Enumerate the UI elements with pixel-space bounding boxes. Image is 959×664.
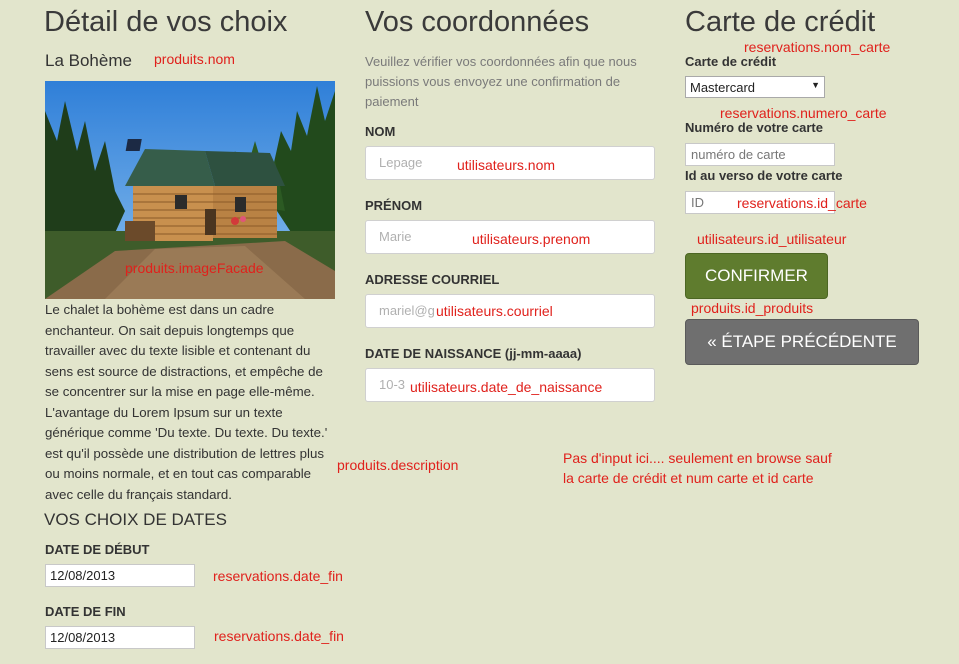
coordinates-intro: Veuillez vérifier vos coordonnées afin q… bbox=[365, 54, 637, 109]
annotation-u-prenom: utilisateurs.prenom bbox=[472, 231, 591, 247]
annotation-u-id: utilisateurs.id_utilisateur bbox=[697, 231, 847, 247]
annotation-produits-nom: produits.nom bbox=[154, 51, 235, 67]
chevron-down-icon: ▼ bbox=[811, 80, 820, 90]
coordinates-title: Vos coordonnées bbox=[365, 6, 590, 38]
start-date-input[interactable]: 12/08/2013 bbox=[45, 564, 195, 587]
card-type-label: Carte de crédit bbox=[685, 54, 777, 69]
card-number-input[interactable]: numéro de carte bbox=[685, 143, 835, 166]
end-date-input[interactable]: 12/08/2013 bbox=[45, 626, 195, 649]
end-date-label: DATE DE FIN bbox=[45, 604, 126, 619]
card-number-label: Numéro de votre carte bbox=[685, 120, 823, 135]
details-title: Détail de vos choix bbox=[44, 6, 288, 38]
card-id-label: Id au verso de votre carte bbox=[685, 168, 843, 183]
annotation-u-nom: utilisateurs.nom bbox=[457, 157, 556, 173]
courriel-label: ADRESSE COURRIEL bbox=[365, 272, 500, 287]
confirm-button[interactable]: CONFIRMER bbox=[685, 253, 828, 299]
annotation-produits-description: produits.description bbox=[337, 457, 459, 473]
annotation-date-debut: reservations.date_fin bbox=[213, 568, 343, 584]
start-date-label: DATE DE DÉBUT bbox=[45, 542, 150, 557]
annotation-u-naissance: utilisateurs.date_de_naissance bbox=[410, 379, 603, 395]
annotation-p-id: produits.id_produits bbox=[691, 300, 814, 316]
product-name: La Bohème bbox=[45, 51, 132, 70]
annotation-r-id-carte: reservations.id_carte bbox=[737, 195, 867, 211]
annotation-note-line2: la carte de crédit et num carte et id ca… bbox=[563, 470, 814, 486]
prenom-label: PRÉNOM bbox=[365, 198, 423, 213]
annotation-produits-image: produits.imageFacade bbox=[125, 260, 264, 276]
annotation-note-line1: Pas d'input ici.... seulement en browse … bbox=[563, 450, 832, 466]
card-type-value: Mastercard bbox=[690, 80, 756, 95]
annotation-u-courriel: utilisateurs.courriel bbox=[436, 303, 553, 319]
credit-card-title: Carte de crédit bbox=[685, 6, 876, 38]
naissance-label: DATE DE NAISSANCE (jj-mm-aaaa) bbox=[365, 346, 582, 361]
product-description: Le chalet la bohème est dans un cadre en… bbox=[45, 302, 328, 502]
annotation-r-numero-carte: reservations.numero_carte bbox=[720, 105, 887, 121]
card-type-select[interactable]: Mastercard ▼ bbox=[685, 76, 825, 98]
annotation-r-nom-carte: reservations.nom_carte bbox=[744, 39, 891, 55]
dates-heading: VOS CHOIX DE DATES bbox=[44, 510, 227, 529]
annotation-date-fin: reservations.date_fin bbox=[214, 628, 344, 644]
nom-label: NOM bbox=[365, 124, 396, 139]
previous-step-button[interactable]: « ÉTAPE PRÉCÉDENTE bbox=[685, 319, 919, 365]
